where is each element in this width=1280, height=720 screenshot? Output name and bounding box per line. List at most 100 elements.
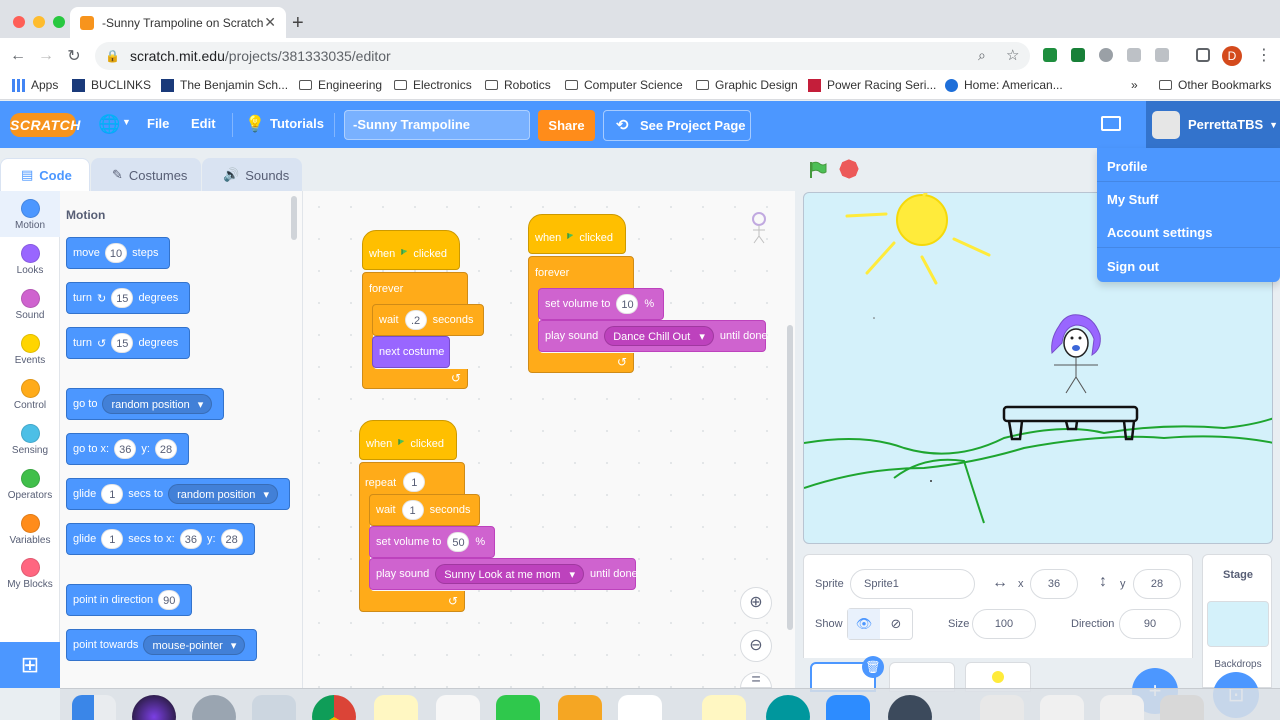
add-extension-button[interactable]: ⊞ [0,642,60,688]
glide-target-dropdown[interactable]: random position ▾ [168,484,278,504]
preview-icon[interactable] [252,695,296,720]
delete-sprite-icon[interactable]: 🗑 [862,656,884,678]
zoom-out-button[interactable]: ⊖ [740,630,772,662]
finder-icon[interactable] [72,695,116,720]
green-flag-button[interactable] [809,161,827,179]
sprite-direction-input[interactable]: 90 [1119,609,1181,639]
close-tab-icon[interactable]: ✕ [264,14,276,31]
wait-input[interactable]: 1 [401,500,424,520]
direction-input[interactable]: 90 [158,590,181,610]
category-my-blocks[interactable]: My Blocks [0,558,60,590]
hat-when-flag-clicked[interactable]: when clicked [528,214,626,254]
arduino-icon[interactable] [766,695,810,720]
category-looks[interactable]: Looks [0,244,60,276]
stage-thumbnail[interactable] [1207,601,1269,647]
bookmark-home-american[interactable]: Home: American... [945,78,1063,92]
reminders-icon[interactable] [436,695,480,720]
secs-input[interactable]: 1 [101,484,124,504]
extension-grid-icon[interactable] [1155,48,1169,62]
notes-icon[interactable] [374,695,418,720]
edit-menu[interactable]: Edit [191,116,216,131]
category-control[interactable]: Control [0,379,60,411]
bookmark-apps[interactable]: Apps [12,78,58,92]
extension-sheets-icon[interactable] [1043,48,1057,62]
degrees-input[interactable]: 15 [111,288,134,308]
bookmark-other[interactable]: Other Bookmarks [1159,78,1271,92]
share-button[interactable]: Share [538,110,595,141]
window-thumbnail-icon[interactable] [1100,695,1144,720]
block-point-towards[interactable]: point towards mouse-pointer ▾ [66,629,258,661]
x-input[interactable]: 36 [114,439,137,459]
block-wait-seconds[interactable]: wait 1 seconds [369,494,480,526]
palette-scrollbar[interactable] [291,196,297,240]
sprite-y-input[interactable]: 28 [1133,569,1181,599]
app-icon[interactable] [888,695,932,720]
window-thumbnail-icon[interactable] [980,695,1024,720]
extension-green-icon[interactable] [1071,48,1085,62]
hat-when-flag-clicked[interactable]: when clicked [359,420,457,460]
tab-sounds[interactable]: 🔊 Sounds [202,158,302,191]
extension-gear-icon[interactable] [1099,48,1113,62]
zoom-icon[interactable]: ⌕ [978,47,986,64]
menu-item-my-stuff[interactable]: My Stuff [1107,192,1158,207]
reload-icon[interactable]: ↻ [60,46,88,66]
block-next-costume[interactable]: next costume [372,336,450,368]
stickies-icon[interactable] [702,695,746,720]
towards-dropdown[interactable]: mouse-pointer ▾ [143,635,246,655]
block-move-steps[interactable]: move 10 steps [66,237,171,269]
pages-icon[interactable] [558,695,602,720]
block-go-to-xy[interactable]: go to x: 36 y: 28 [66,433,190,465]
bookmarks-overflow[interactable]: » [1131,78,1138,92]
bookmark-benjamin[interactable]: The Benjamin Sch... [161,78,288,92]
minimize-window-button[interactable] [33,16,45,28]
category-sound[interactable]: Sound [0,289,60,321]
hat-when-flag-clicked[interactable]: when clicked [362,230,460,270]
chrome-icon[interactable] [312,695,356,720]
category-motion[interactable]: Motion [0,191,60,237]
block-point-in-direction[interactable]: point in direction 90 [66,584,193,616]
block-glide-to-xy[interactable]: glide 1 secs to x: 36 y: 28 [66,523,255,555]
block-wait-seconds[interactable]: wait .2 seconds [372,304,484,336]
launchpad-icon[interactable] [192,695,236,720]
menu-item-sign-out[interactable]: Sign out [1107,259,1159,274]
goto-target-dropdown[interactable]: random position ▾ [102,394,213,414]
secs-input[interactable]: 1 [101,529,124,549]
degrees-input[interactable]: 15 [111,333,134,353]
bookmark-power-racing[interactable]: Power Racing Seri... [808,78,936,92]
close-window-button[interactable] [13,16,25,28]
back-arrow-icon[interactable]: ← [4,47,32,65]
trash-icon[interactable] [1160,695,1204,720]
account-nav[interactable]: PerrettaTBS ▼ [1146,101,1280,148]
menu-item-profile[interactable]: Profile [1107,159,1147,174]
language-globe-icon[interactable]: 🌐 [98,114,120,135]
block-turn-right[interactable]: turn ↻ 15 degrees [66,282,191,314]
stage-target-pane[interactable]: Stage Backdrops [1202,554,1272,688]
window-thumbnail-icon[interactable] [1040,695,1084,720]
bookmark-electronics[interactable]: Electronics [394,78,472,92]
sound-dropdown[interactable]: Sunny Look at me mom ▾ [435,564,584,584]
cast-icon[interactable] [1196,48,1210,62]
sprite-x-input[interactable]: 36 [1030,569,1078,599]
bookmark-computer-science[interactable]: Computer Science [565,78,683,92]
profile-avatar[interactable]: D [1222,46,1242,66]
maximize-window-button[interactable] [53,16,65,28]
block-play-sound-until-done[interactable]: play sound Dance Chill Out ▾ until done [538,320,768,352]
tab-code[interactable]: ▤ Code [0,158,90,191]
see-project-page-button[interactable]: ⟲ See Project Page [603,110,751,141]
y-input[interactable]: 28 [154,439,178,459]
volume-input[interactable]: 50 [447,532,470,552]
show-sprite-eye-icon[interactable]: 👁 [848,609,880,639]
bookmark-star-icon[interactable]: ☆ [1006,46,1019,64]
x-input[interactable]: 36 [179,529,202,549]
tab-costumes[interactable]: ✎ Costumes [91,158,201,191]
sprite-name-input[interactable]: Sprite1 [850,569,975,599]
block-glide-to[interactable]: glide 1 secs to random position ▾ [66,478,290,510]
my-stuff-folder-icon[interactable] [1101,116,1121,131]
zoom-app-icon[interactable] [826,695,870,720]
url-field[interactable]: 🔒 scratch.mit.edu/projects/381333035/edi… [95,42,1030,70]
scratch-logo[interactable]: SCRATCH [10,113,80,137]
zoom-in-button[interactable]: ⊕ [740,587,772,619]
bookmark-robotics[interactable]: Robotics [485,78,551,92]
bookmark-graphic-design[interactable]: Graphic Design [696,78,798,92]
extension-window-icon[interactable] [1127,48,1141,62]
